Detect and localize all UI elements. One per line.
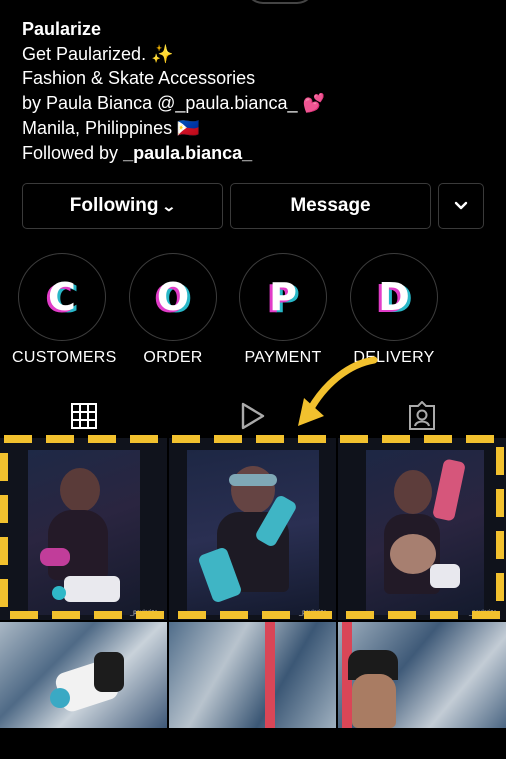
highlight-label: ORDER [143, 349, 203, 366]
post-image [0, 622, 167, 728]
post-tile[interactable]: _paularize_ [0, 438, 167, 620]
profile-actions: Following ⌄ Message [22, 183, 484, 229]
profile-tabs [0, 398, 506, 434]
highlight-letter: O [156, 275, 190, 319]
tagged-icon [409, 401, 435, 430]
bio-tagline: Get Paularized. ✨ [22, 43, 174, 64]
bio-owner: by Paula Bianca @_paula.bianca_ 💕 [22, 91, 492, 116]
post-watermark: _paularize_ [129, 610, 161, 616]
followed-by[interactable]: Followed by _paula.bianca_ [22, 141, 492, 166]
following-label: Following [69, 195, 159, 216]
message-button[interactable]: Message [230, 183, 431, 229]
post-tile[interactable]: _paularize_ [169, 438, 336, 620]
post-tile[interactable] [0, 622, 167, 728]
highlight-letter: C [48, 275, 76, 319]
highlight-order[interactable]: O ORDER [123, 253, 223, 367]
highlight-cover: C [18, 253, 106, 341]
post-watermark: _paularize_ [298, 610, 330, 616]
bio-owner-handle-link[interactable]: @_paula.bianca_ [157, 93, 297, 113]
post-image: _paularize_ [0, 438, 167, 620]
highlight-cover: D [350, 253, 438, 341]
highlight-letter: D [378, 275, 410, 319]
grid-icon [71, 403, 97, 429]
suggested-accounts-button[interactable] [438, 183, 484, 229]
highlight-cover: P [239, 253, 327, 341]
tab-reels[interactable] [232, 398, 272, 434]
posts-grid: _paularize_ _paularize_ _paularize_ [0, 438, 506, 728]
followed-by-prefix: Followed by [22, 142, 124, 163]
tab-grid[interactable] [64, 398, 104, 434]
post-tile[interactable]: _paularize_ [338, 438, 506, 620]
followed-by-user[interactable]: _paula.bianca_ [123, 143, 252, 163]
message-label: Message [290, 195, 371, 216]
highlight-label: CUSTOMERS [12, 349, 117, 366]
bio-category: Fashion & Skate Accessories [22, 68, 256, 89]
profile-bio: Paularize Get Paularized. ✨ Fashion & Sk… [22, 17, 492, 165]
story-highlights: C CUSTOMERS O ORDER P PAYMENT D DELIVERY [0, 253, 506, 368]
bio-owner-prefix: by Paula Bianca [22, 93, 158, 114]
highlight-cover: O [129, 253, 217, 341]
following-button[interactable]: Following ⌄ [22, 183, 223, 229]
post-image [169, 622, 336, 728]
post-tile[interactable] [338, 622, 506, 728]
highlight-letter: P [269, 275, 297, 319]
bio-location: Manila, Philippines 🇵🇭 [22, 117, 200, 138]
post-image: _paularize_ [169, 438, 336, 620]
heart-emoji: 💕 [297, 93, 325, 114]
reels-icon [241, 402, 265, 430]
post-tile[interactable] [169, 622, 336, 728]
tab-tagged[interactable] [402, 398, 442, 434]
post-image: _paularize_ [338, 438, 506, 620]
profile-avatar-edge [245, 0, 315, 4]
post-image [338, 622, 506, 728]
chevron-down-icon [454, 201, 468, 210]
bottom-spacer [0, 729, 506, 759]
highlight-customers[interactable]: C CUSTOMERS [12, 253, 117, 367]
post-watermark: _paularize_ [468, 610, 500, 616]
profile-name: Paularize [22, 19, 102, 39]
chevron-down-icon: ⌄ [161, 197, 177, 214]
